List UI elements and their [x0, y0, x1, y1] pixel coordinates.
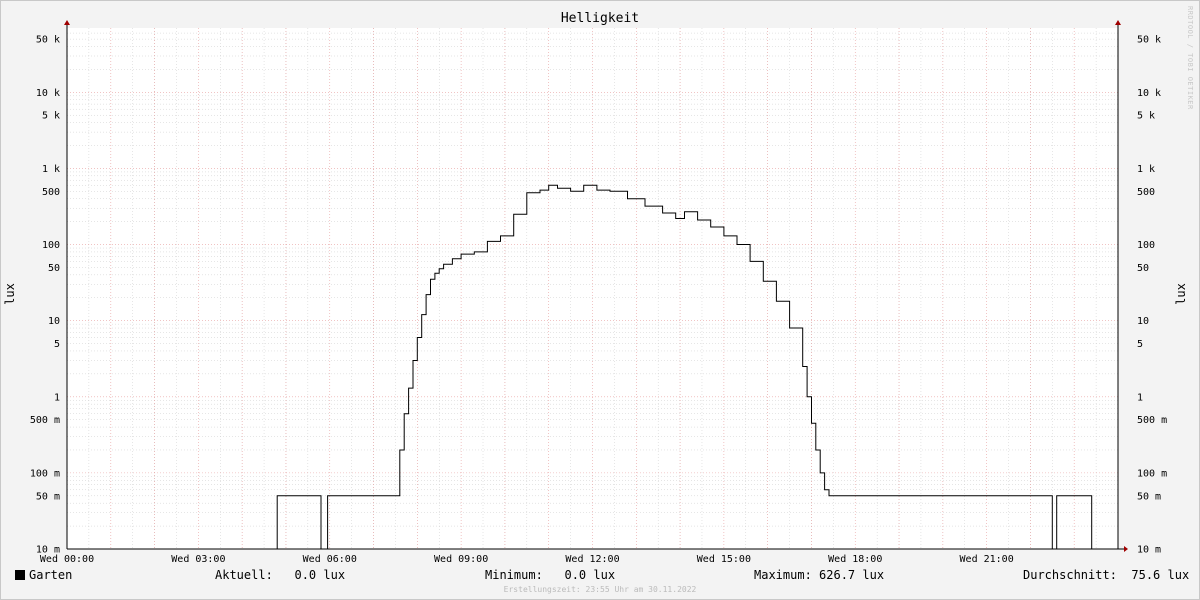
- legend-average: Durchschnitt: 75.6 lux: [1023, 568, 1189, 582]
- legend-series-name: Garten: [29, 568, 73, 582]
- x-tick-label: Wed 03:00: [171, 554, 225, 565]
- y-tick-label-right: 50: [1137, 263, 1149, 274]
- y-tick-label-right: 5 k: [1137, 111, 1155, 122]
- legend-maximum: Maximum: 626.7 lux: [754, 568, 884, 582]
- y-tick-label-right: 100: [1137, 240, 1155, 251]
- x-tick-label: Wed 00:00: [40, 554, 94, 565]
- current-value: 0.0 lux: [294, 568, 346, 582]
- y-axis-arrow-left: [64, 20, 70, 25]
- y-axis-arrow-right: [1115, 20, 1121, 25]
- maximum-value: 626.7 lux: [819, 568, 885, 582]
- chart-plot: 50 k 50 k 10 k 10 k 5 k 5 k 1 k 1 k 500 500 100 100…: [30, 20, 1167, 565]
- creation-time-footer: Erstellungszeit: 23:55 Uhr am 30.11.2022: [503, 585, 697, 594]
- y-tick-label-right: 50 m: [1137, 491, 1161, 502]
- x-tick-label: Wed 15:00: [697, 554, 751, 565]
- y-tick-label-left: 1 k: [42, 164, 60, 175]
- legend-current: Aktuell: 0.0 lux: [215, 568, 345, 582]
- y-tick-label-right: 10 k: [1137, 88, 1161, 99]
- x-tick-label: Wed 06:00: [303, 554, 357, 565]
- y-tick-label-right: 10: [1137, 316, 1149, 327]
- y-tick-label-right: 5: [1137, 339, 1143, 350]
- y-tick-label-left: 50 m: [36, 491, 60, 502]
- minimum-value: 0.0 lux: [564, 568, 616, 582]
- y-tick-label-right: 100 m: [1137, 468, 1167, 479]
- y-tick-label-right: 500 m: [1137, 415, 1167, 426]
- y-tick-label-left: 10 k: [36, 88, 60, 99]
- legend-swatch: [15, 570, 25, 580]
- x-axis-arrow: [1124, 546, 1128, 552]
- y-tick-label-right: 50 k: [1137, 35, 1161, 46]
- y-tick-label-left: 100: [42, 240, 60, 251]
- legend-series: Garten: [15, 568, 72, 582]
- legend-minimum: Minimum: 0.0 lux: [485, 568, 615, 582]
- x-tick-label: Wed 09:00: [434, 554, 488, 565]
- y-tick-label-left: 50: [48, 263, 60, 274]
- y-tick-label-right: 1 k: [1137, 164, 1155, 175]
- minimum-label: Minimum:: [485, 568, 543, 582]
- x-tick-label: Wed 12:00: [565, 554, 619, 565]
- average-value: 75.6 lux: [1131, 568, 1190, 582]
- y-tick-label-right: 10 m: [1137, 545, 1161, 556]
- y-tick-label-left: 500: [42, 187, 60, 198]
- y-tick-label-left: 5: [54, 339, 60, 350]
- x-tick-label: Wed 18:00: [828, 554, 882, 565]
- y-tick-label-left: 50 k: [36, 35, 60, 46]
- y-tick-label-left: 500 m: [30, 415, 60, 426]
- y-tick-label-left: 10: [48, 316, 60, 327]
- y-tick-label-left: 100 m: [30, 468, 60, 479]
- x-tick-label: Wed 21:00: [960, 554, 1014, 565]
- y-tick-label-right: 1: [1137, 392, 1143, 403]
- y-tick-label-left: 1: [54, 392, 60, 403]
- maximum-label: Maximum:: [754, 568, 812, 582]
- y-tick-label-left: 5 k: [42, 111, 60, 122]
- y-tick-label-right: 500: [1137, 187, 1155, 198]
- average-label: Durchschnitt:: [1023, 568, 1117, 582]
- current-label: Aktuell:: [215, 568, 273, 582]
